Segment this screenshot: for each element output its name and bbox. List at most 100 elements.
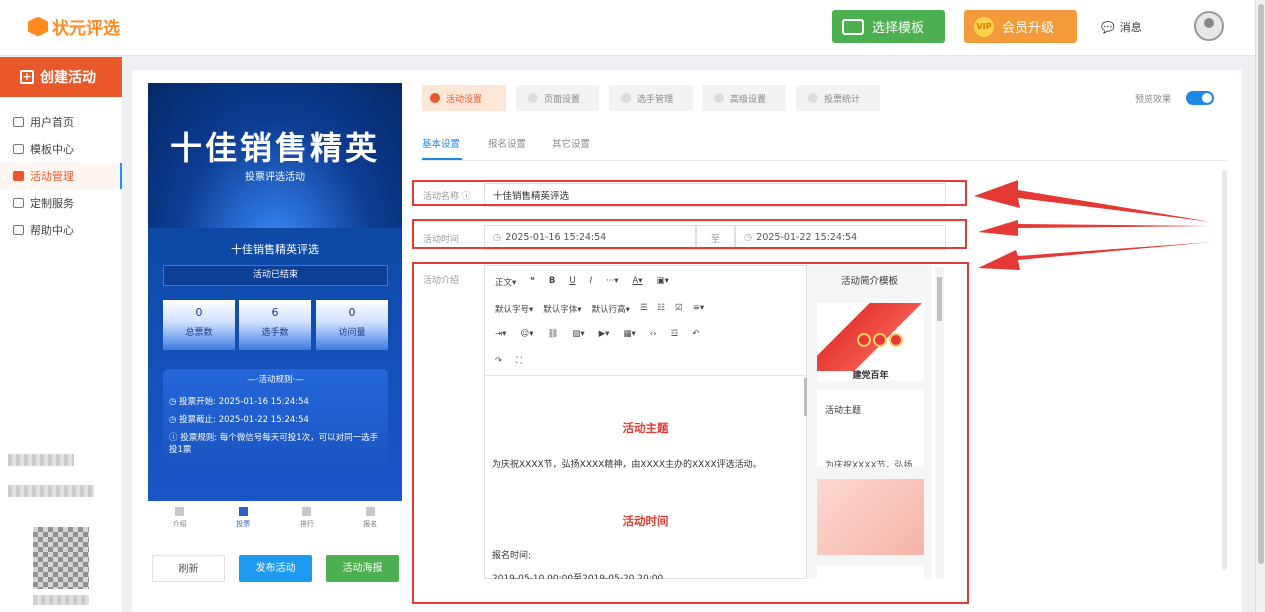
form-scrollbar[interactable] <box>1222 170 1227 570</box>
rules-box: —·活动规则·— ◷ 投票开始: 2025-01-16 15:24:54 ◷ 投… <box>163 369 388 465</box>
messages-link[interactable]: 💬 消息 <box>1101 19 1142 35</box>
tab-vote-statistics[interactable]: 投票统计 <box>796 85 880 111</box>
tab-label: 高级设置 <box>730 94 767 105</box>
publish-button[interactable]: 发布活动 <box>239 555 312 582</box>
member-upgrade-label: 会员升级 <box>1002 21 1055 36</box>
app-logo[interactable]: 状元评选 <box>28 14 120 39</box>
puzzle-icon <box>13 198 24 208</box>
rule-text: 投票开始: 2025-01-16 15:24:54 <box>179 397 309 407</box>
page-icon <box>528 93 538 103</box>
arrow-to-name <box>974 180 1212 222</box>
stat-value: 6 <box>271 306 279 319</box>
sidebar-item-templates[interactable]: 模板中心 <box>0 136 122 162</box>
subtab-other[interactable]: 其它设置 <box>552 136 590 150</box>
clock-icon: ◷ <box>169 397 180 407</box>
phone-tab-label: 投票 <box>236 520 251 528</box>
phone-tab-intro[interactable]: 介绍 <box>148 501 212 536</box>
sidebar: + 创建活动 用户首页 模板中心 活动管理 定制服务 帮助中心 <box>0 57 122 612</box>
bookmark-icon <box>175 507 185 516</box>
chat-bubble-icon: 💬 <box>1101 20 1115 34</box>
chart-icon <box>808 93 818 103</box>
phone-tab-vote[interactable]: 投票 <box>212 501 276 536</box>
gear-icon <box>430 93 440 103</box>
create-activity-label: 创建活动 <box>40 70 96 86</box>
sliders-icon <box>714 93 724 103</box>
sidebar-item-home[interactable]: 用户首页 <box>0 109 122 135</box>
select-template-button[interactable]: 选择模板 <box>832 10 945 43</box>
tab-advanced-settings[interactable]: 高级设置 <box>702 85 786 111</box>
sidebar-item-label: 活动管理 <box>30 170 74 183</box>
info-icon: ⓘ <box>169 433 181 443</box>
arrow-to-intro <box>978 242 1212 270</box>
sidebar-item-custom-service[interactable]: 定制服务 <box>0 190 122 216</box>
poster-button[interactable]: 活动海报 <box>326 555 399 582</box>
create-activity-button[interactable]: + 创建活动 <box>0 57 122 97</box>
folder-icon <box>13 144 24 154</box>
member-upgrade-button[interactable]: VIP 会员升级 <box>964 10 1077 43</box>
rule-line: ◷ 投票开始: 2025-01-16 15:24:54 <box>169 395 382 407</box>
ticket-icon <box>13 171 24 181</box>
phone-tab-label: 介绍 <box>172 520 187 528</box>
annotation-box-time <box>412 219 967 249</box>
refresh-button[interactable]: 刷新 <box>152 555 225 582</box>
rule-text: 投票截止: 2025-01-22 15:24:54 <box>179 415 309 425</box>
logo-text: 状元评选 <box>52 19 120 39</box>
rules-heading: —·活动规则·— <box>247 375 304 385</box>
subtab-signup[interactable]: 报名设置 <box>488 136 526 150</box>
subtab-basic[interactable]: 基本设置 <box>422 136 460 150</box>
blurred-contact <box>8 485 94 497</box>
page-scrollbar[interactable] <box>1255 0 1265 612</box>
vip-icon: VIP <box>974 16 994 37</box>
clock-icon: ◷ <box>169 415 180 425</box>
home-icon <box>13 117 24 127</box>
phone-tab-ranking[interactable]: 排行 <box>275 501 339 536</box>
preview-label: 预览效果 <box>1135 95 1172 105</box>
hero-subtitle: 投票评选活动 <box>245 172 305 183</box>
event-title: 十佳销售精英评选 <box>231 243 319 256</box>
crown-icon <box>302 507 312 516</box>
sidebar-item-label: 用户首页 <box>30 116 74 129</box>
active-tab-indicator <box>422 158 462 160</box>
annotation-box-intro <box>412 262 969 604</box>
tab-divider <box>422 160 1228 161</box>
phone-tab-label: 排行 <box>299 520 314 528</box>
phone-preview: 十佳销售精英 投票评选活动 十佳销售精英评选 活动已结束 0 总票数 6 选手数 0… <box>148 83 402 501</box>
sidebar-item-label: 定制服务 <box>30 197 74 210</box>
blurred-contact <box>8 454 74 466</box>
sidebar-item-label: 帮助中心 <box>30 224 74 237</box>
stat-label: 选手数 <box>261 328 289 338</box>
blurred-text <box>33 595 89 605</box>
annotation-arrows <box>974 180 1212 270</box>
phone-tab-bar: 介绍 投票 排行 报名 <box>148 501 402 536</box>
sidebar-item-activity-management[interactable]: 活动管理 <box>0 163 122 189</box>
tab-contestant-management[interactable]: 选手管理 <box>609 85 693 111</box>
sidebar-item-help[interactable]: 帮助中心 <box>0 217 122 243</box>
preview-toggle[interactable] <box>1186 91 1214 105</box>
vote-icon <box>238 507 248 516</box>
stat-total-votes: 0 总票数 <box>163 300 235 350</box>
select-template-label: 选择模板 <box>872 21 925 36</box>
tab-activity-settings[interactable]: 活动设置 <box>422 85 506 111</box>
tab-label: 活动设置 <box>446 94 483 105</box>
phone-tab-label: 报名 <box>363 520 378 528</box>
flag-icon <box>365 507 375 516</box>
user-avatar[interactable] <box>1194 11 1224 41</box>
template-icon <box>842 18 864 35</box>
stat-label: 访问量 <box>338 328 366 338</box>
rule-line: ◷ 投票截止: 2025-01-22 15:24:54 <box>169 413 382 425</box>
phone-tab-signup[interactable]: 报名 <box>339 501 403 536</box>
event-status: 活动已结束 <box>163 265 388 286</box>
stat-visits: 0 访问量 <box>316 300 388 350</box>
tab-page-settings[interactable]: 页面设置 <box>516 85 599 111</box>
annotation-box-name <box>412 180 967 206</box>
stat-label: 总票数 <box>185 328 213 338</box>
logo-cube-icon <box>28 16 48 37</box>
book-icon <box>13 225 24 235</box>
top-bar: 状元评选 选择模板 VIP 会员升级 💬 消息 <box>0 0 1255 56</box>
stat-contestants: 6 选手数 <box>239 300 311 350</box>
stat-value: 0 <box>195 306 203 319</box>
sidebar-item-label: 模板中心 <box>30 143 74 156</box>
tab-label: 页面设置 <box>544 94 581 105</box>
qr-code <box>33 527 89 589</box>
rule-text: 投票规则: 每个微信号每天可投1次，可以对同一选手投1票 <box>169 433 379 455</box>
